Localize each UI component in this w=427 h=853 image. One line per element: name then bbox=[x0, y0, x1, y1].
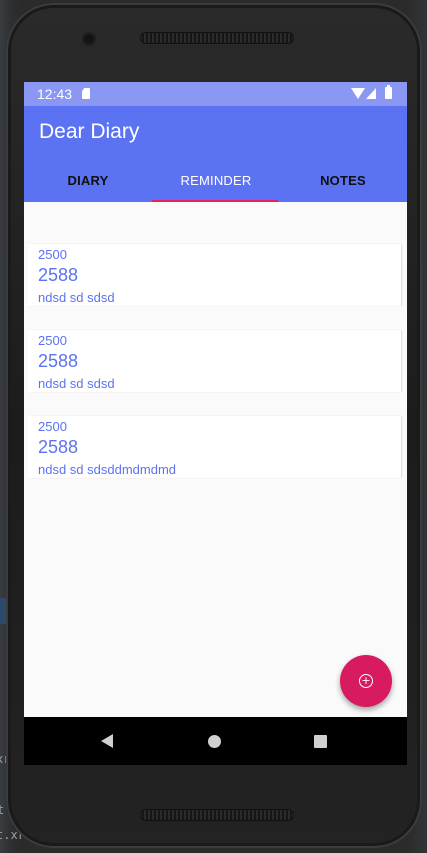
battery-icon bbox=[385, 85, 392, 99]
phone-frame: 12:43 Dear Diary DIARY REMINDER NOTES 25… bbox=[6, 3, 422, 848]
device-screen: 12:43 Dear Diary DIARY REMINDER NOTES 25… bbox=[24, 82, 407, 765]
back-icon[interactable] bbox=[101, 734, 113, 748]
reminder-title: 2588 bbox=[38, 351, 79, 371]
reminder-description: ndsd sd sdsd bbox=[38, 290, 115, 305]
reminder-description: ndsd sd sdsd bbox=[38, 376, 115, 391]
tab-reminder[interactable]: REMINDER bbox=[152, 166, 280, 202]
add-circle-icon: + bbox=[359, 674, 373, 688]
recents-icon[interactable] bbox=[314, 735, 327, 748]
app-title: Dear Diary bbox=[39, 120, 140, 143]
add-reminder-button[interactable]: + bbox=[340, 655, 392, 707]
signal-icon bbox=[366, 88, 376, 99]
reminder-amount: 2500 bbox=[38, 419, 67, 434]
reminder-amount: 2500 bbox=[38, 333, 67, 348]
reminder-description: ndsd sd sdsddmdmdmd bbox=[38, 462, 177, 477]
reminder-title: 2588 bbox=[38, 437, 79, 457]
status-bar: 12:43 bbox=[24, 82, 407, 106]
reminder-card[interactable]: 2500 2588 ndsd sd sdsddmdmdmd bbox=[28, 416, 401, 478]
app-bar: Dear Diary DIARY REMINDER NOTES bbox=[24, 106, 407, 202]
reminder-amount: 2500 bbox=[38, 247, 67, 262]
navigation-bar bbox=[24, 717, 407, 765]
reminder-list: 2500 2588 ndsd sd sdsd 2500 2588 ndsd sd… bbox=[24, 202, 407, 717]
wifi-icon bbox=[351, 88, 365, 99]
sd-card-icon bbox=[82, 88, 90, 99]
ide-text-fragment: t bbox=[0, 803, 5, 817]
reminder-title: 2588 bbox=[38, 265, 79, 285]
reminder-card[interactable]: 2500 2588 ndsd sd sdsd bbox=[28, 330, 401, 392]
status-time: 12:43 bbox=[37, 86, 73, 102]
tab-notes[interactable]: NOTES bbox=[279, 166, 407, 202]
bottom-speaker-grille bbox=[140, 809, 294, 821]
tab-diary[interactable]: DIARY bbox=[24, 166, 152, 202]
home-icon[interactable] bbox=[208, 735, 221, 748]
top-speaker-grille bbox=[140, 32, 294, 44]
front-camera bbox=[84, 34, 94, 44]
reminder-card[interactable]: 2500 2588 ndsd sd sdsd bbox=[28, 244, 401, 306]
tab-bar: DIARY REMINDER NOTES bbox=[24, 166, 407, 202]
